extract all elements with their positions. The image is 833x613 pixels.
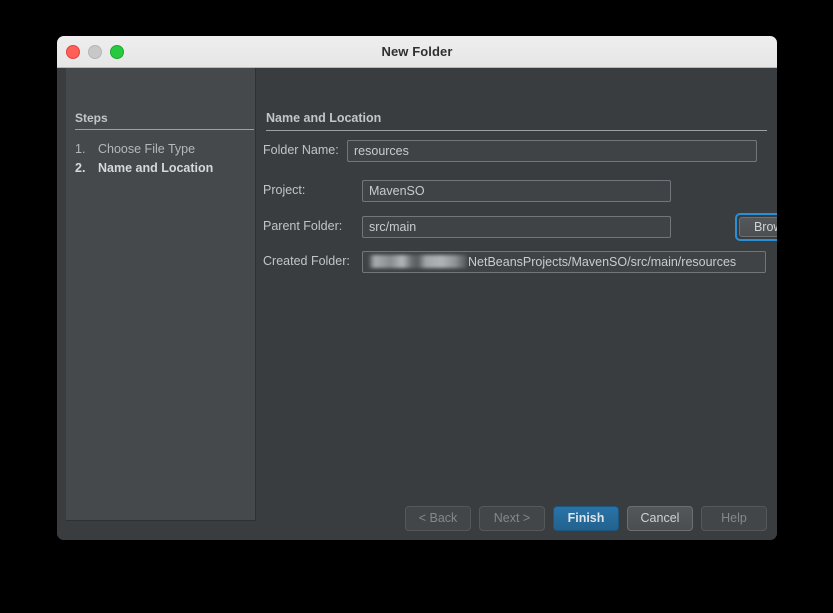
- content-divider: [266, 130, 767, 131]
- parent-folder-input[interactable]: src/main: [362, 216, 671, 238]
- help-button: Help: [701, 506, 767, 531]
- created-folder-value: NetBeansProjects/MavenSO/src/main/resour…: [468, 255, 737, 269]
- step-number: 2.: [75, 161, 86, 175]
- redacted-path-segment: [369, 255, 467, 268]
- content-panel: Name and Location Folder Name: resources…: [256, 68, 777, 540]
- maximize-button[interactable]: [110, 44, 124, 59]
- steps-list: 1. Choose File Type 2. Name and Location: [75, 140, 255, 178]
- content-header: Name and Location: [266, 111, 382, 125]
- browse-button[interactable]: Browse...: [735, 213, 777, 241]
- step-number: 1.: [75, 142, 86, 156]
- created-folder-label: Created Folder:: [263, 254, 350, 268]
- new-folder-dialog: New Folder Steps 1. Choose File Type 2. …: [57, 36, 777, 540]
- steps-divider: [75, 129, 254, 130]
- step-item-1: 1. Choose File Type: [75, 140, 255, 159]
- step-item-2: 2. Name and Location: [75, 159, 255, 178]
- steps-header: Steps: [75, 111, 108, 125]
- next-button: Next >: [479, 506, 545, 531]
- parent-folder-label: Parent Folder:: [263, 219, 343, 233]
- close-button[interactable]: [66, 44, 80, 59]
- step-label: Name and Location: [98, 161, 214, 175]
- folder-name-label: Folder Name:: [263, 143, 339, 157]
- created-folder-input[interactable]: NetBeansProjects/MavenSO/src/main/resour…: [362, 251, 766, 273]
- dialog-body: Steps 1. Choose File Type 2. Name and Lo…: [57, 68, 777, 540]
- folder-name-input[interactable]: resources: [347, 140, 757, 162]
- window-title: New Folder: [381, 44, 453, 59]
- window-controls: [66, 36, 124, 67]
- project-label: Project:: [263, 183, 306, 197]
- cancel-button[interactable]: Cancel: [627, 506, 693, 531]
- title-bar[interactable]: New Folder: [57, 36, 777, 68]
- finish-button[interactable]: Finish: [553, 506, 619, 531]
- browse-button-label: Browse...: [739, 217, 777, 237]
- project-input[interactable]: MavenSO: [362, 180, 671, 202]
- back-button: < Back: [405, 506, 471, 531]
- step-label: Choose File Type: [98, 142, 196, 156]
- steps-panel: Steps 1. Choose File Type 2. Name and Lo…: [66, 68, 256, 521]
- minimize-button: [88, 44, 102, 59]
- dialog-button-bar: < Back Next > Finish Cancel Help: [405, 506, 767, 531]
